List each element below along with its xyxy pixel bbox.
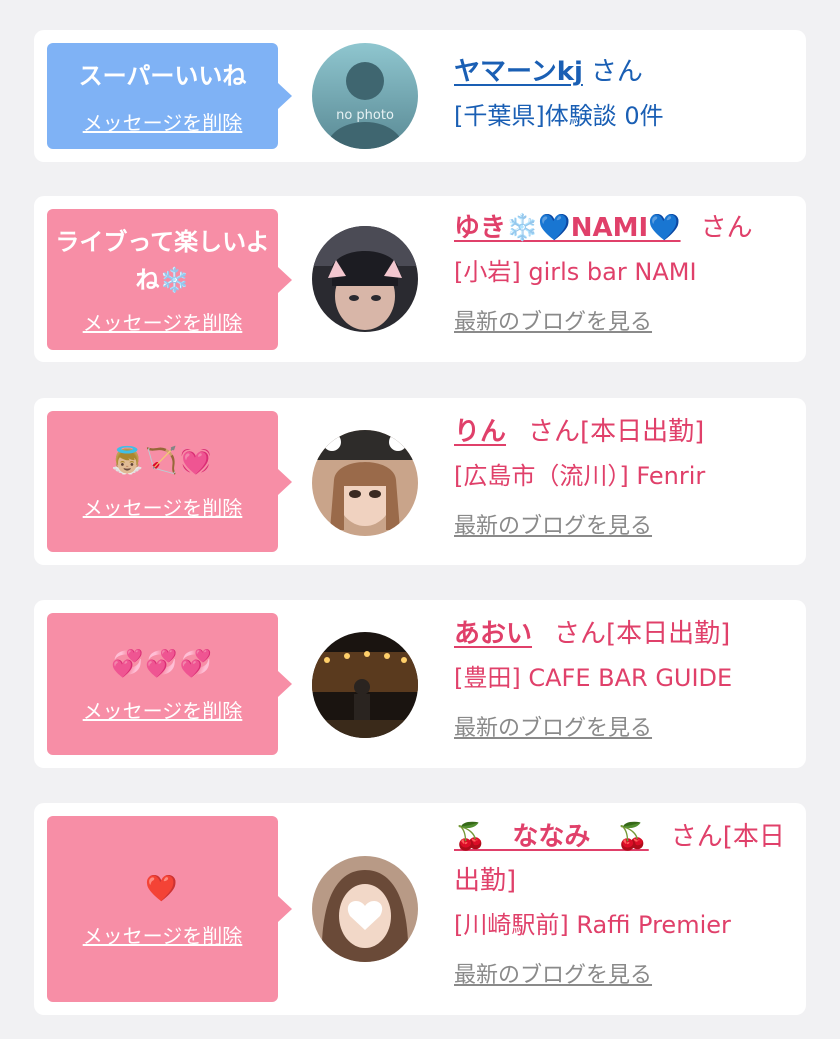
store-info: [広島市（流川）] Fenrir [454, 462, 706, 490]
name-suffix: さん [700, 213, 753, 243]
profile-photo-icon [312, 856, 418, 962]
super-like-bubble: スーパーいいね メッセージを削除 [47, 43, 292, 149]
latest-blog-link[interactable]: 最新のブログを見る [454, 710, 652, 742]
name-suffix: さん [590, 57, 643, 87]
message-card: ライブって楽しいよね❄️ メッセージを削除 ゆき❄️💙NAMI💙 さん [小岩] … [34, 196, 806, 362]
message-bubble: 💞💞💞 メッセージを削除 [47, 613, 292, 755]
delete-message-link[interactable]: メッセージを削除 [83, 107, 243, 136]
message-card: ❤️ メッセージを削除 🍒 ななみ 🍒 さん[本日出勤] [川崎駅前] Raffi… [34, 803, 806, 1015]
message-card: スーパーいいね メッセージを削除 no photo ヤマーンkj さん [千葉県… [34, 30, 806, 162]
profile-photo-icon [312, 632, 418, 738]
avatar[interactable] [312, 430, 418, 536]
profile-photo-icon [312, 226, 418, 332]
message-bubble: ❤️ メッセージを削除 [47, 816, 292, 1002]
message-card: 👼🏼🏹💓 メッセージを削除 りん さん[本日出勤] [広島市（流川）] Fenri… [34, 398, 806, 565]
latest-blog-link[interactable]: 最新のブログを見る [454, 304, 652, 336]
profile-name-link[interactable]: ヤマーンkj [454, 57, 583, 87]
latest-blog-link[interactable]: 最新のブログを見る [454, 957, 652, 989]
bubble-text: ライブって楽しいよね❄️ [55, 228, 270, 294]
name-suffix: さん[本日出勤] [554, 619, 731, 649]
message-bubble: ライブって楽しいよね❄️ メッセージを削除 [47, 209, 292, 350]
message-list: スーパーいいね メッセージを削除 no photo ヤマーンkj さん [千葉県… [0, 0, 840, 1039]
profile-info: ゆき❄️💙NAMI💙 さん [小岩] girls bar NAMI 最新のブログを… [454, 206, 794, 336]
latest-blog-link[interactable]: 最新のブログを見る [454, 508, 652, 540]
profile-info: りん さん[本日出勤] [広島市（流川）] Fenrir 最新のブログを見る [454, 410, 794, 540]
bubble-text: 💞💞💞 [110, 648, 215, 679]
profile-name-link[interactable]: 🍒 ななみ 🍒 [454, 822, 649, 852]
store-info: [豊田] CAFE BAR GUIDE [454, 664, 733, 692]
profile-info: ヤマーンkj さん [千葉県]体験談 0件 [454, 50, 794, 138]
avatar[interactable]: no photo [312, 43, 418, 149]
name-suffix: さん[本日出勤] [528, 417, 705, 447]
avatar[interactable] [312, 226, 418, 332]
delete-message-link[interactable]: メッセージを削除 [83, 307, 243, 336]
bubble-text: 👼🏼🏹💓 [110, 446, 215, 476]
delete-message-link[interactable]: メッセージを削除 [83, 920, 243, 949]
profile-info: あおい さん[本日出勤] [豊田] CAFE BAR GUIDE 最新のブログを見… [454, 612, 794, 742]
profile-name-link[interactable]: りん [454, 417, 506, 447]
delete-message-link[interactable]: メッセージを削除 [83, 492, 243, 521]
svg-text:no photo: no photo [336, 108, 394, 123]
bubble-text: スーパーいいね [78, 61, 247, 90]
store-info: [小岩] girls bar NAMI [454, 258, 697, 286]
no-photo-avatar-icon: no photo [312, 43, 418, 149]
avatar[interactable] [312, 632, 418, 738]
profile-info: 🍒 ななみ 🍒 さん[本日出勤] [川崎駅前] Raffi Premier 最新の… [454, 815, 794, 989]
message-card: 💞💞💞 メッセージを削除 あおいさん[本日出勤] [豊田] CAFE BAR [34, 600, 806, 768]
bubble-text: ❤️ [145, 873, 180, 904]
avatar[interactable] [312, 856, 418, 962]
delete-message-link[interactable]: メッセージを削除 [83, 695, 243, 724]
store-info: [川崎駅前] Raffi Premier [454, 911, 731, 939]
profile-name-link[interactable]: あおい [454, 619, 532, 649]
message-bubble: 👼🏼🏹💓 メッセージを削除 [47, 411, 292, 552]
profile-name-link[interactable]: ゆき❄️💙NAMI💙 [454, 213, 681, 243]
store-info: [千葉県]体験談 0件 [454, 102, 664, 130]
profile-photo-icon [312, 430, 418, 536]
